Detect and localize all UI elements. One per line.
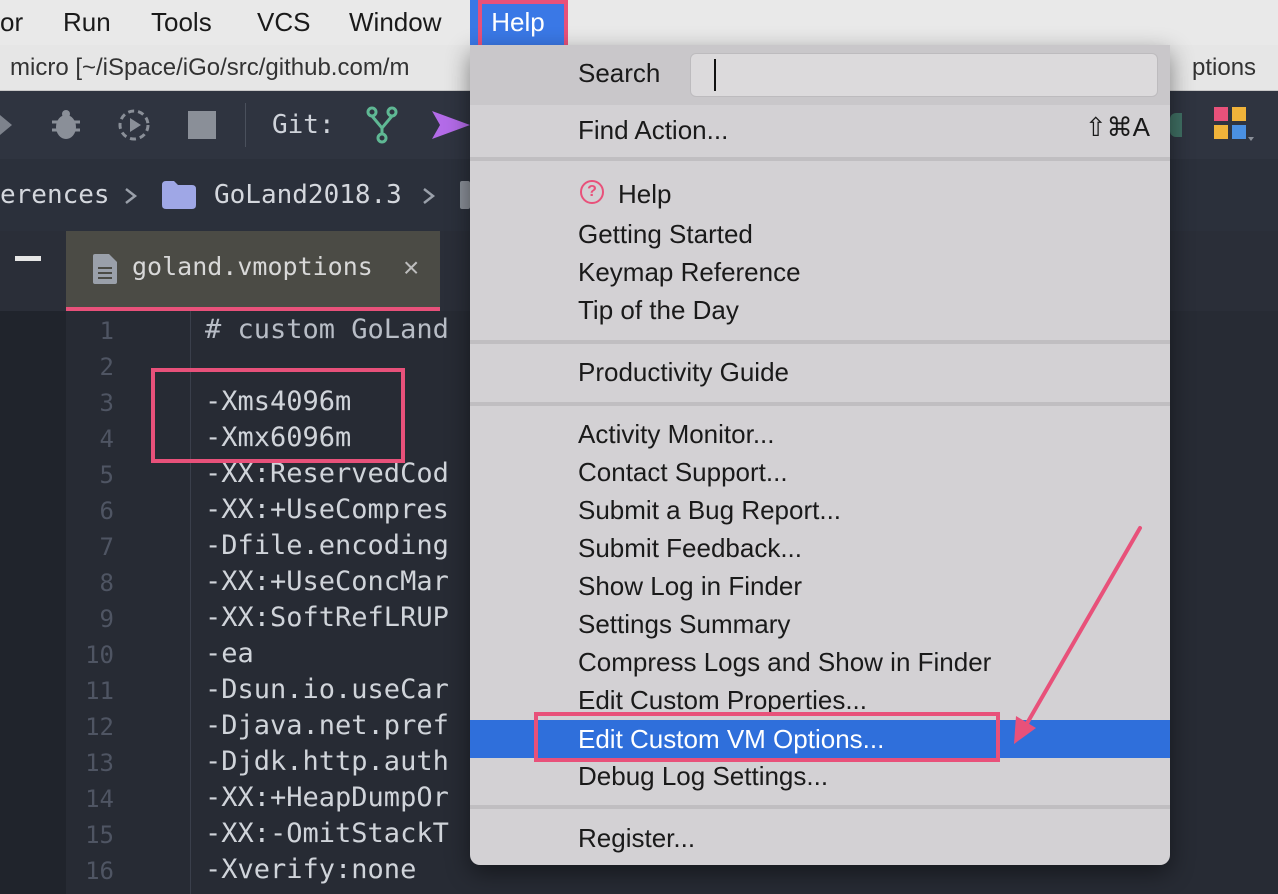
code-line[interactable]: -Djava.net.pref [205,708,449,744]
collapse-minus-icon[interactable] [15,256,41,261]
file-icon [460,181,470,209]
line-number: 3 [99,389,114,417]
menubar-item-tools[interactable]: Tools [151,0,212,45]
line-number: 2 [99,353,114,381]
menubar-item-window[interactable]: Window [349,0,441,45]
annotation-box-xms-xmx [151,368,405,463]
menu-item-compress-logs[interactable]: Compress Logs and Show in Finder [578,644,991,680]
line-number: 10 [85,641,114,669]
menu-item-help[interactable]: Help [618,176,671,212]
menu-item-tip-of-the-day[interactable]: Tip of the Day [578,292,739,328]
line-number: 13 [85,749,114,777]
menu-item-show-log-in-finder[interactable]: Show Log in Finder [578,568,802,604]
menu-item-keymap-reference[interactable]: Keymap Reference [578,254,801,290]
menu-item-submit-feedback[interactable]: Submit Feedback... [578,530,802,566]
menubar-item-vcs[interactable]: VCS [257,0,310,45]
line-number: 8 [99,569,114,597]
text-caret [714,59,716,91]
code-line[interactable]: -Xverify:none [205,852,416,888]
git-branch-icon[interactable] [365,106,399,144]
project-structure-icon[interactable] [1214,107,1254,143]
line-number: 16 [85,857,114,885]
line-number: 6 [99,497,114,525]
code-line[interactable]: -XX:+UseConcMar [205,564,449,600]
window-title-tail: ptions [1192,54,1257,81]
annotation-arrow-icon [1014,526,1142,744]
menu-item-submit-bug-report[interactable]: Submit a Bug Report... [578,492,841,528]
toolbar-divider [245,103,246,147]
menu-separator [470,157,1170,161]
tab-close-icon[interactable]: × [403,252,419,284]
window-title: micro [~/iSpace/iGo/src/github.com/m [10,54,410,81]
line-number: 12 [85,713,114,741]
run-arrow-icon[interactable] [0,111,14,139]
git-label: Git: [272,110,335,140]
annotation-box-vm-options [534,712,1000,762]
menu-separator [470,805,1170,809]
menu-item-activity-monitor[interactable]: Activity Monitor... [578,416,775,452]
menubar-item-editor[interactable]: or [0,0,23,45]
menu-item-settings-summary[interactable]: Settings Summary [578,606,790,642]
document-icon [93,254,117,284]
code-line[interactable]: # custom GoLand [205,312,449,348]
line-number: 9 [99,605,114,633]
line-number: 5 [99,461,114,489]
menubar-item-run[interactable]: Run [63,0,111,45]
code-line[interactable]: -XX:SoftRefLRUP [205,600,449,636]
menu-item-debug-log-settings[interactable]: Debug Log Settings... [578,758,828,794]
chevron-right-icon [125,188,138,204]
tab-label: goland.vmoptions [132,252,373,281]
code-line[interactable]: -Dsun.io.useCar [205,672,449,708]
chevron-right-icon [423,188,436,204]
git-push-icon[interactable] [432,109,470,141]
menu-item-contact-support[interactable]: Contact Support... [578,454,788,490]
code-line[interactable]: -ea [205,636,254,672]
code-line[interactable]: -Dfile.encoding [205,528,449,564]
line-number: 11 [85,677,114,705]
debug-bug-icon[interactable] [49,108,83,142]
menu-item-register[interactable]: Register... [578,820,695,856]
menu-item-getting-started[interactable]: Getting Started [578,216,753,252]
project-panel-edge [0,311,66,894]
avatar[interactable] [1170,113,1182,137]
menu-search-label: Search [578,58,661,88]
line-number: 4 [99,425,114,453]
menu-item-find-action[interactable]: Find Action... [578,112,728,148]
breadcrumb-item-preferences[interactable]: erences [0,159,110,231]
code-line[interactable]: -Djdk.http.auth [205,744,449,780]
line-number: 1 [99,317,114,345]
menu-separator [470,340,1170,344]
folder-icon [162,181,196,209]
find-action-shortcut: ⇧⌘A [1084,112,1150,142]
menu-separator [470,402,1170,406]
code-line[interactable]: -XX:+HeapDumpOr [205,780,449,816]
breadcrumb-item-goland[interactable]: GoLand2018.3 [214,159,402,231]
menu-search-input[interactable] [690,53,1158,97]
line-number: 7 [99,533,114,561]
line-number: 15 [85,821,114,849]
profile-run-icon[interactable] [117,108,151,142]
line-number: 14 [85,785,114,813]
code-line[interactable]: -XX:+UseCompres [205,492,449,528]
menu-item-productivity-guide[interactable]: Productivity Guide [578,354,789,390]
code-line[interactable]: -XX:-OmitStackT [205,816,449,852]
menu-bar: or Run Tools VCS Window Help [0,0,1278,45]
help-question-icon: ? [580,180,604,204]
stop-icon[interactable] [188,111,216,139]
